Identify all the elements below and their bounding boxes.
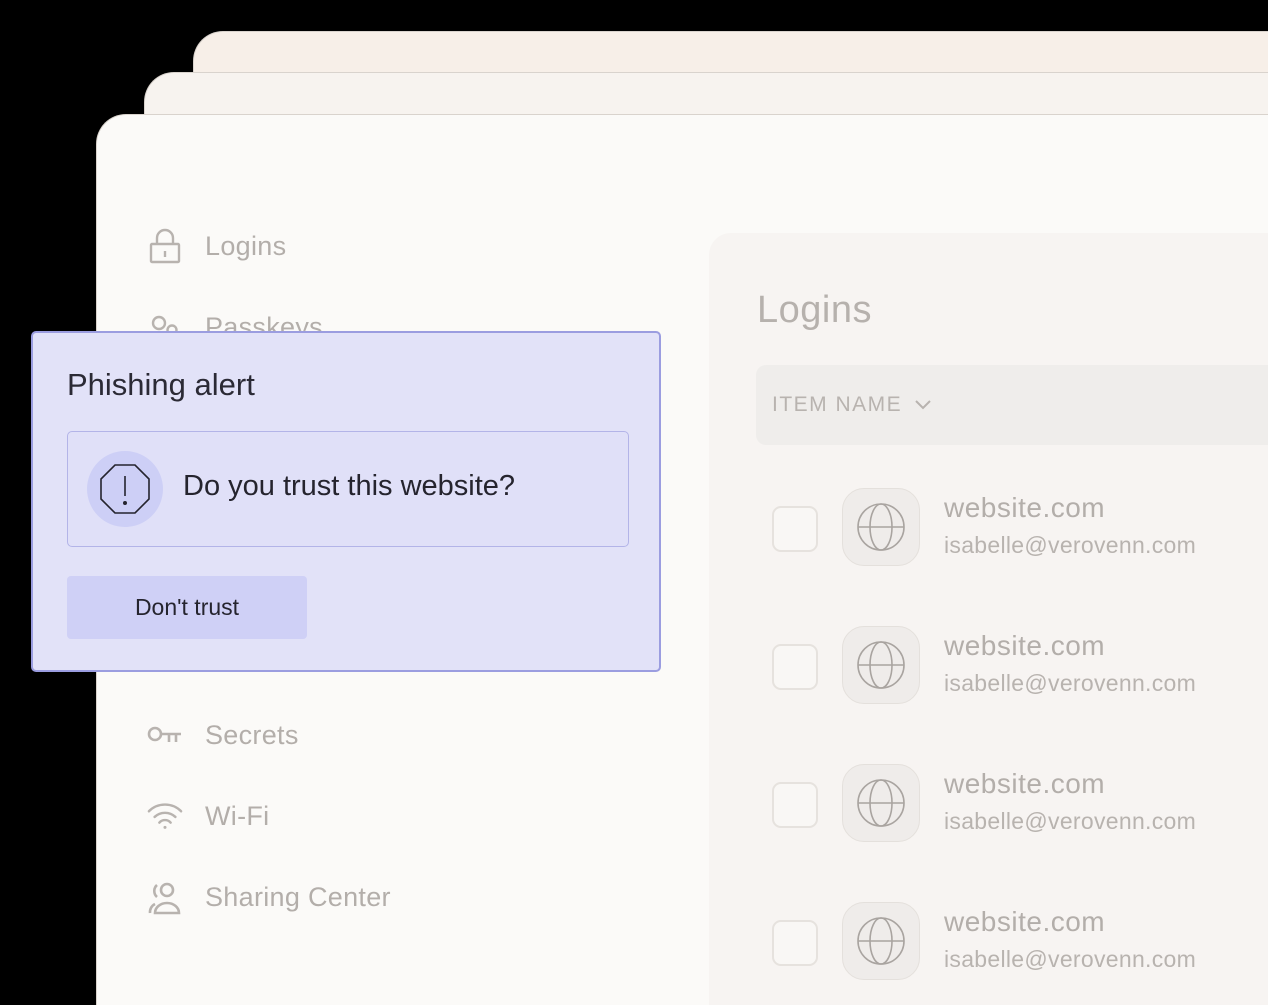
sidebar-item-label: Secrets [205,719,299,750]
sidebar-item-wifi[interactable]: Wi-Fi [147,796,269,836]
row-checkbox[interactable] [772,506,818,552]
sidebar-item-label: Sharing Center [205,881,391,912]
row-checkbox[interactable] [772,920,818,966]
sidebar-item-label: Wi-Fi [205,800,270,831]
globe-icon [842,626,920,704]
panel-title: Logins [757,289,872,331]
site-name: website.com [944,492,1106,523]
list-item[interactable]: website.com isabelle@verovenn.com [772,764,1268,844]
logins-panel: Logins ITEM NAME website.com isabelle@ve… [709,233,1268,1005]
globe-icon [842,902,920,980]
site-username: isabelle@verovenn.com [944,532,1197,558]
item-name-sort-header[interactable]: ITEM NAME [756,365,1268,445]
row-checkbox[interactable] [772,782,818,828]
trust-prompt-card: Do you trust this website? [67,431,629,547]
site-username: isabelle@verovenn.com [944,808,1197,834]
sidebar-item-secrets[interactable]: Secrets [147,715,299,755]
dont-trust-button[interactable]: Don't trust [67,576,307,639]
globe-icon [842,764,920,842]
sharing-center-icon [147,879,183,915]
app-stage: Logins Passkeys Secrets Wi-Fi Sharing Ce… [0,0,1268,1005]
site-name: website.com [944,630,1106,661]
chevron-down-icon [914,399,932,411]
key-icon [147,717,183,753]
sidebar-item-logins[interactable]: Logins [147,226,286,266]
site-name: website.com [944,906,1106,937]
site-name: website.com [944,768,1106,799]
sidebar-item-label: Logins [205,230,287,261]
alert-title: Phishing alert [67,367,255,402]
phishing-alert-dialog: Phishing alert Do you trust this website… [31,331,661,672]
warning-octagon-icon [87,451,163,527]
row-checkbox[interactable] [772,644,818,690]
site-username: isabelle@verovenn.com [944,946,1197,972]
wifi-icon [147,798,183,834]
column-header-label: ITEM NAME [772,393,903,416]
trust-question: Do you trust this website? [183,470,516,502]
list-item[interactable]: website.com isabelle@verovenn.com [772,488,1268,568]
lock-icon [147,228,183,264]
site-username: isabelle@verovenn.com [944,670,1197,696]
sidebar-item-sharing-center[interactable]: Sharing Center [147,877,391,917]
list-item[interactable]: website.com isabelle@verovenn.com [772,626,1268,706]
list-item[interactable]: website.com isabelle@verovenn.com [772,902,1268,982]
globe-icon [842,488,920,566]
